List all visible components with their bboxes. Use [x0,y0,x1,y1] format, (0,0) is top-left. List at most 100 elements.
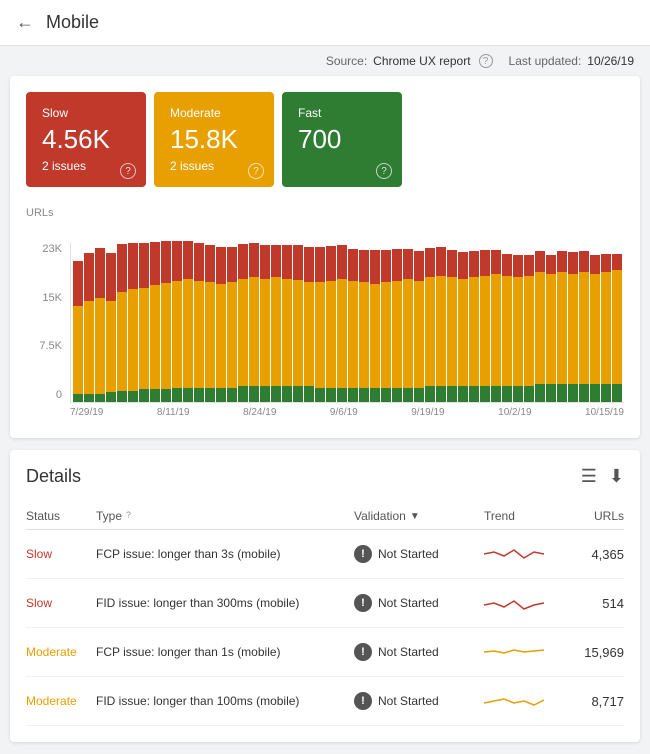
bar-stack [73,261,83,402]
row-trend [484,689,544,713]
y-tick-23k: 23K [26,243,62,255]
bar-stack [535,251,545,402]
row-trend [484,591,544,615]
validation-sort-icon[interactable]: ▼ [410,511,420,522]
bar-seg-slow [612,254,622,270]
bar-col [205,243,215,402]
bar-col [238,243,248,402]
bar-seg-fast [304,386,314,402]
bar-seg-fast [557,384,567,402]
bar-seg-slow [502,254,512,276]
col-type-label: Type [96,509,122,523]
bar-stack [106,253,116,402]
bar-seg-moderate [491,274,501,386]
y-tick-7k: 7.5K [26,340,62,352]
bar-seg-moderate [183,279,193,388]
bar-col [590,243,600,402]
col-validation-header: Validation ▼ [354,509,484,523]
bar-seg-moderate [337,279,347,388]
table-row[interactable]: Slow FID issue: longer than 300ms (mobil… [26,579,624,628]
bar-seg-slow [128,243,138,289]
bar-seg-slow [458,252,468,279]
bar-col [183,243,193,402]
bar-seg-slow [293,245,303,280]
bar-seg-moderate [216,284,226,388]
bar-col [150,243,160,402]
table-row[interactable]: Slow FCP issue: longer than 3s (mobile) … [26,530,624,579]
bar-seg-moderate [370,284,380,388]
row-urls: 4,365 [564,547,624,562]
download-icon[interactable]: ⬇ [609,466,624,487]
bar-seg-slow [183,241,193,279]
filter-icon[interactable]: ☰ [581,466,597,487]
bar-seg-slow [557,251,567,272]
bar-col [381,243,391,402]
bar-stack [161,241,171,402]
bar-seg-slow [392,249,402,281]
bar-stack [601,254,611,402]
metric-tile-slow[interactable]: Slow 4.56K 2 issues ? [26,92,146,187]
row-status: Slow [26,547,96,561]
bar-seg-moderate [568,274,578,384]
table-body: Slow FCP issue: longer than 3s (mobile) … [26,530,624,726]
bar-seg-moderate [326,281,336,388]
bar-seg-moderate [524,276,534,386]
bar-seg-fast [524,386,534,402]
bar-seg-fast [84,394,94,402]
bar-seg-moderate [150,285,160,389]
bar-seg-moderate [128,289,138,391]
metric-tile-moderate[interactable]: Moderate 15.8K 2 issues ? [154,92,274,187]
bar-seg-fast [293,386,303,402]
moderate-help-icon[interactable]: ? [248,163,264,179]
bar-seg-fast [612,384,622,402]
bar-seg-slow [535,251,545,272]
bar-seg-fast [117,391,127,402]
bar-col [601,243,611,402]
bar-col [260,243,270,402]
bar-seg-moderate [513,277,523,386]
bar-seg-slow [337,245,347,279]
bar-seg-slow [205,245,215,282]
row-trend [484,640,544,664]
source-label: Source: [326,54,367,68]
bar-col [491,243,501,402]
fast-help-icon[interactable]: ? [376,163,392,179]
bar-seg-moderate [282,279,292,386]
bar-col [73,243,83,402]
back-button[interactable]: ← [16,12,34,33]
bar-stack [194,243,204,402]
bar-seg-slow [469,251,479,277]
fast-label: Fast [298,106,386,120]
bar-col [326,243,336,402]
y-tick-15k: 15K [26,292,62,304]
bar-stack [95,248,105,402]
bar-seg-moderate [590,274,600,384]
x-label-6: 10/2/19 [498,407,531,418]
metric-tile-fast[interactable]: Fast 700 ? [282,92,402,187]
bar-col [425,243,435,402]
row-type: FCP issue: longer than 3s (mobile) [96,547,354,561]
bar-stack [381,250,391,402]
bar-seg-slow [546,255,556,274]
col-type-help-icon[interactable]: ? [126,510,139,523]
table-row[interactable]: Moderate FCP issue: longer than 1s (mobi… [26,628,624,677]
bar-seg-fast [216,388,226,402]
bar-stack [216,247,226,402]
bar-seg-fast [326,388,336,402]
bar-seg-fast [249,386,259,402]
bar-seg-fast [579,384,589,402]
bar-seg-moderate [304,282,314,386]
bar-col [106,243,116,402]
bar-col [447,243,457,402]
bar-col [227,243,237,402]
bar-seg-slow [381,250,391,282]
source-help-icon[interactable]: ? [479,54,493,68]
bar-seg-fast [480,386,490,402]
slow-help-icon[interactable]: ? [120,163,136,179]
bar-seg-fast [491,386,501,402]
table-row[interactable]: Moderate FID issue: longer than 100ms (m… [26,677,624,726]
bar-seg-slow [480,250,490,276]
bar-col [579,243,589,402]
bar-stack [370,250,380,402]
bar-stack [227,247,237,402]
